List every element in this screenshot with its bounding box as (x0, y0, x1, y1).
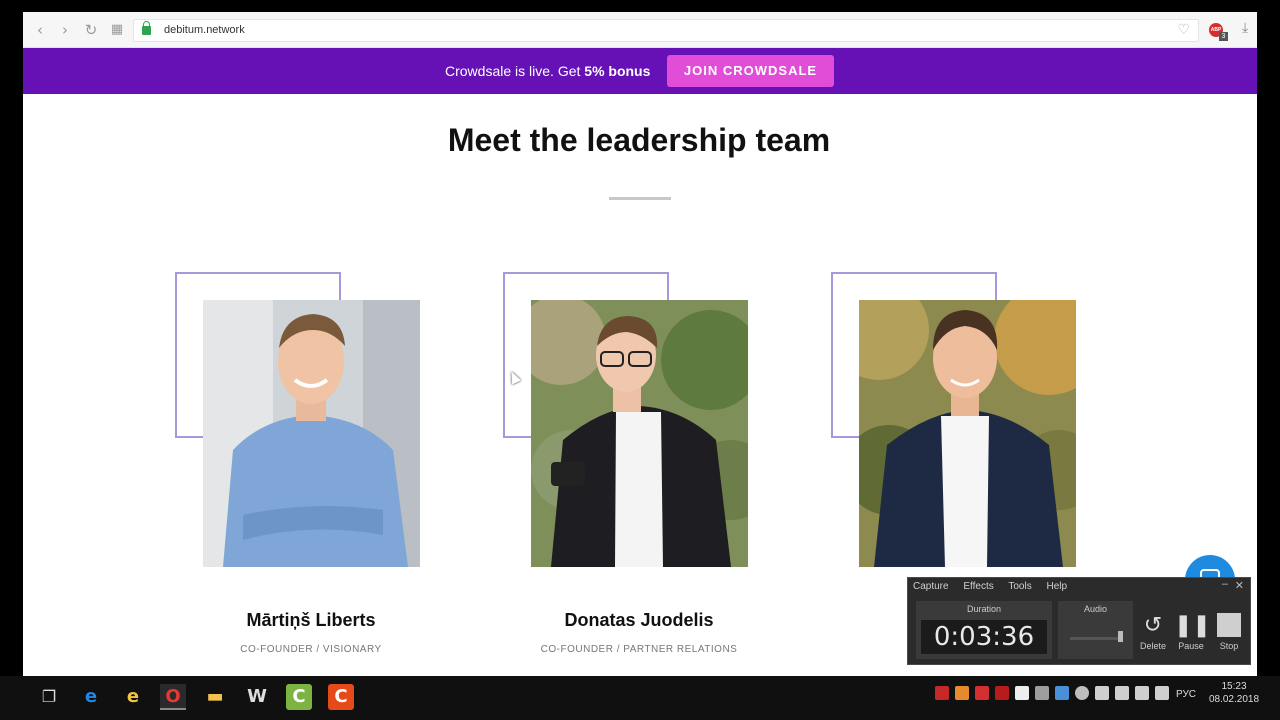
crowdsale-banner: Crowdsale is live. Get 5% bonus JOIN CRO… (23, 48, 1257, 94)
language-indicator[interactable]: РУС (1176, 689, 1196, 700)
pause-button[interactable]: ❚❚ Pause (1174, 611, 1211, 651)
download-icon[interactable]: ⤓ (1242, 20, 1248, 36)
member-photo (203, 300, 420, 567)
banner-text-prefix: Crowdsale is live. Get (445, 63, 585, 79)
tray-app-icon[interactable] (1015, 686, 1029, 700)
notifications-icon[interactable] (1155, 686, 1169, 700)
clock-time: 15:23 (1221, 681, 1247, 692)
delete-label: Delete (1139, 641, 1166, 651)
team-member-card: Donatas Juodelis CO-FOUNDER / PARTNER RE… (503, 272, 749, 672)
adblock-count: 3 (1219, 32, 1228, 41)
back-icon[interactable]: ‹ (31, 21, 49, 39)
screen-recorder-panel: Capture Effects Tools Help – ✕ Duration … (907, 577, 1251, 665)
bookmark-heart-icon[interactable]: ♡ (1177, 22, 1190, 38)
network-icon[interactable] (1115, 686, 1129, 700)
task-view-icon[interactable]: ❐ (36, 684, 62, 710)
member-role: CO-FOUNDER / PARTNER RELATIONS (540, 644, 738, 655)
tray-shield-icon[interactable] (995, 686, 1009, 700)
clock-date: 08.02.2018 (1208, 694, 1260, 705)
battery-icon[interactable] (1095, 686, 1109, 700)
banner-text: Crowdsale is live. Get 5% bonus (445, 63, 650, 79)
screen: ‹ › ↻ ▦ debitum.network ♡ ABP 3 ⤓ Crowds… (0, 0, 1280, 720)
duration-display: 0:03:36 (921, 620, 1047, 654)
join-crowdsale-button[interactable]: JOIN CROWDSALE (667, 55, 834, 87)
recorder-menu: Capture Effects Tools Help (913, 581, 1079, 592)
member-role: CO-FOUNDER / VISIONARY (240, 644, 382, 655)
onedrive-icon[interactable] (1075, 686, 1089, 700)
taskbar: ❐ e e O ▬ W C C РУС 15:23 08.02.2018 (0, 676, 1280, 720)
banner-bonus: 5% bonus (584, 63, 651, 79)
file-explorer-icon[interactable]: ▬ (202, 684, 228, 710)
volume-icon[interactable] (1135, 686, 1149, 700)
stop-icon (1212, 611, 1246, 641)
member-photo (859, 300, 1076, 567)
duration-panel: Duration 0:03:36 (916, 601, 1052, 659)
duration-label: Duration (966, 604, 1002, 614)
close-icon[interactable]: ✕ (1235, 579, 1244, 592)
section-title: Meet the leadership team (447, 122, 831, 158)
address-bar[interactable]: debitum.network ♡ (133, 19, 1199, 42)
speed-dial-icon[interactable]: ▦ (108, 21, 126, 39)
tray-app-icon[interactable] (1055, 686, 1069, 700)
pause-icon: ❚❚ (1174, 613, 1211, 638)
tray-app-icon[interactable] (1035, 686, 1049, 700)
audio-panel: Audio (1058, 601, 1133, 659)
stop-label: Stop (1219, 641, 1239, 651)
menu-capture[interactable]: Capture (913, 581, 949, 592)
camtasia-green-icon[interactable]: C (286, 684, 312, 710)
team-member-card: Mārtiņš Liberts CO-FOUNDER / VISIONARY (175, 272, 421, 672)
browser-toolbar: ‹ › ↻ ▦ debitum.network ♡ ABP 3 ⤓ (23, 12, 1257, 48)
menu-tools[interactable]: Tools (1008, 581, 1031, 592)
camtasia-recorder-icon[interactable]: C (328, 684, 354, 710)
edge-icon[interactable]: e (78, 684, 104, 710)
word-icon[interactable]: W (244, 684, 270, 710)
title-divider (609, 197, 671, 200)
internet-explorer-icon[interactable]: e (120, 684, 146, 710)
audio-level-track (1070, 637, 1120, 640)
url-text: debitum.network (164, 24, 245, 36)
member-photo (531, 300, 748, 567)
tray-pdf-icon[interactable] (975, 686, 989, 700)
audio-label: Audio (1083, 604, 1108, 614)
member-name: Donatas Juodelis (564, 610, 714, 630)
forward-icon[interactable]: › (56, 21, 74, 39)
stop-button[interactable]: Stop (1212, 611, 1246, 651)
tray-app-icon[interactable] (935, 686, 949, 700)
system-clock[interactable]: 15:23 08.02.2018 (1206, 680, 1262, 706)
pause-label: Pause (1178, 641, 1204, 651)
minimize-icon[interactable]: – (1222, 578, 1228, 590)
delete-button[interactable]: ↺ Delete (1136, 611, 1170, 651)
menu-effects[interactable]: Effects (963, 581, 993, 592)
audio-level-slider[interactable] (1118, 631, 1123, 642)
tray-app-icon[interactable] (955, 686, 969, 700)
opera-icon[interactable]: O (160, 684, 186, 710)
reload-icon[interactable]: ↻ (82, 21, 100, 39)
delete-icon: ↺ (1143, 613, 1163, 638)
menu-help[interactable]: Help (1047, 581, 1068, 592)
member-name: Mārtiņš Liberts (246, 610, 376, 630)
lock-icon (142, 21, 151, 35)
